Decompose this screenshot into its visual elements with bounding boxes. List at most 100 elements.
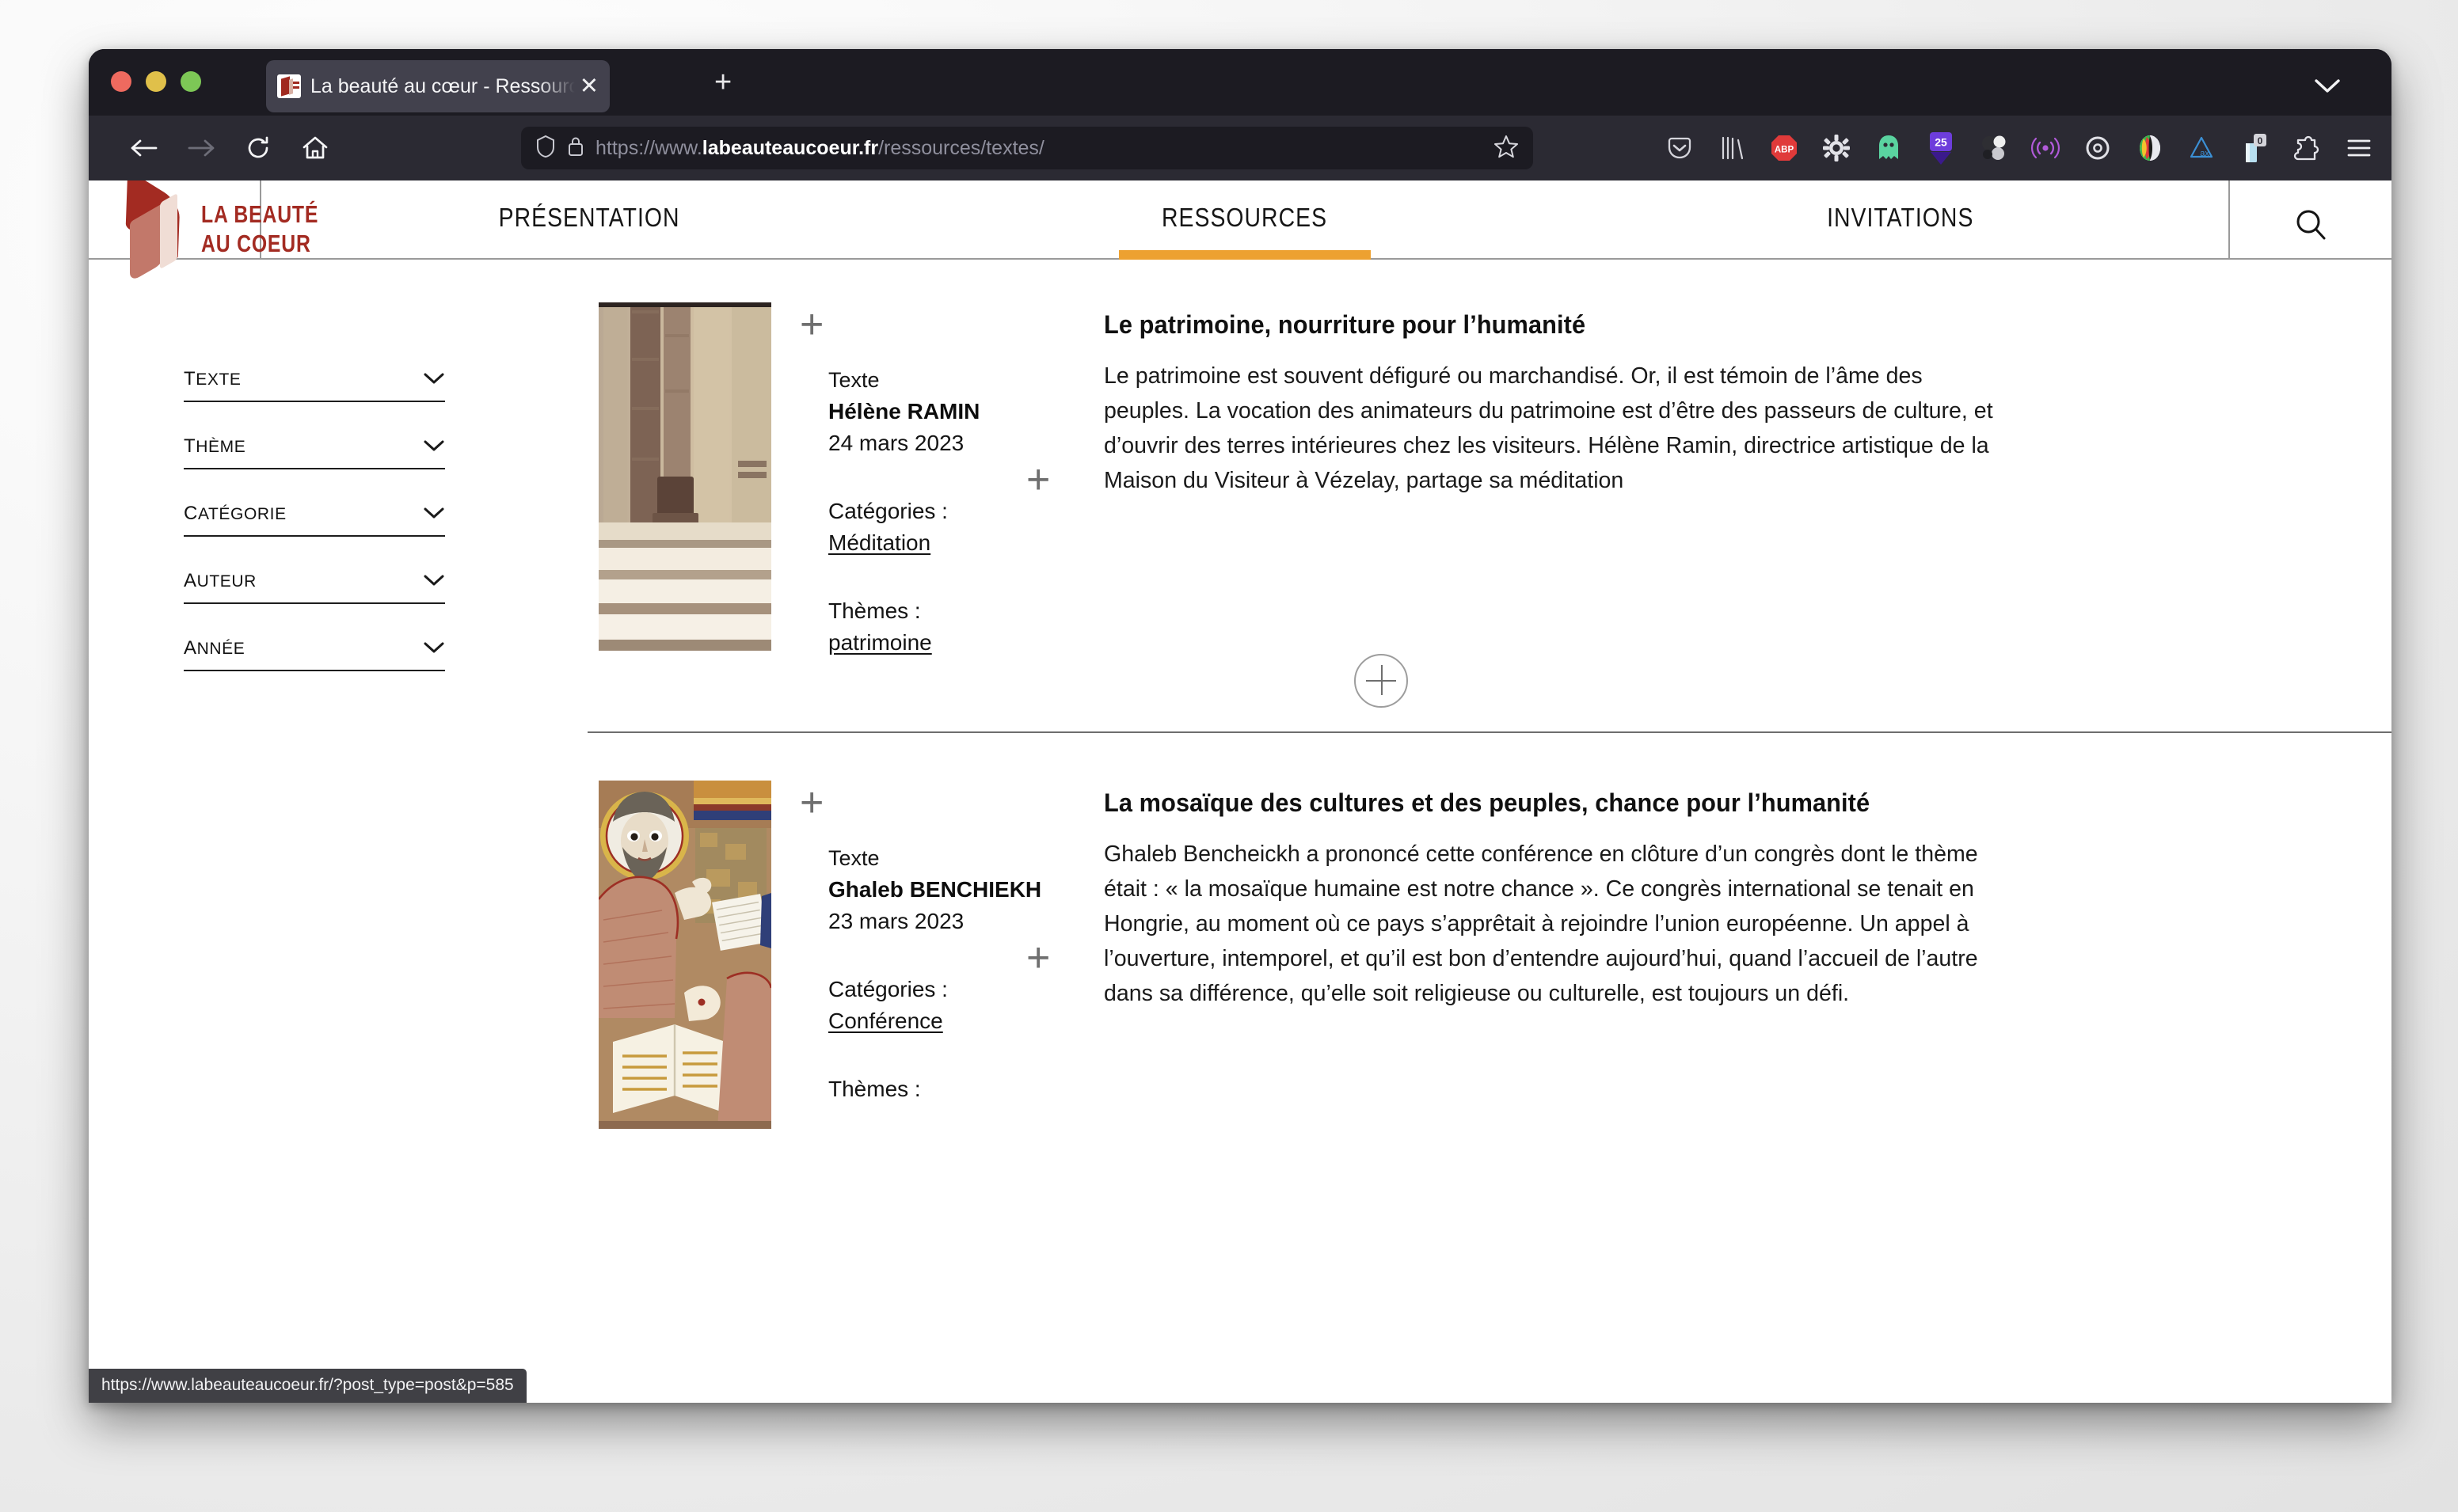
url-text[interactable]: https://www.labeauteaucoeur.fr/ressource… xyxy=(595,137,1493,160)
axe-accessibility-icon[interactable]: ax xyxy=(2187,133,2217,163)
downloads-badge-icon[interactable]: 0 xyxy=(2239,133,2270,163)
chevron-down-icon xyxy=(423,371,445,389)
extensions-puzzle-icon[interactable] xyxy=(2292,133,2322,163)
article-themes: Thèmes : patrimoine xyxy=(828,595,1056,659)
svg-text:0: 0 xyxy=(2258,135,2263,146)
nav-item-presentation[interactable]: PRÉSENTATION xyxy=(261,180,917,258)
article-date: 23 mars 2023 xyxy=(828,909,965,933)
article-kind: Texte xyxy=(828,846,880,870)
tab-favicon-icon xyxy=(277,74,301,98)
plus-decoration-icon: + xyxy=(1026,457,1051,503)
category-link[interactable]: Méditation xyxy=(828,527,930,559)
nav-item-label: INVITATIONS xyxy=(1827,203,1974,232)
articles-list: + + Texte Hélène RAMIN 24 mars 2023 Caté… xyxy=(548,260,2391,1403)
article-title[interactable]: La mosaïque des cultures et des peuples,… xyxy=(1104,788,2241,818)
chevron-down-icon xyxy=(423,640,445,659)
categories-label: Catégories : xyxy=(828,977,948,1001)
article-thumbnail[interactable] xyxy=(599,302,771,651)
back-arrow-icon[interactable] xyxy=(122,126,166,170)
library-icon[interactable] xyxy=(1717,133,1747,163)
ghostery-icon[interactable] xyxy=(1874,133,1904,163)
star-icon[interactable] xyxy=(1493,134,1519,163)
nav-item-label: PRÉSENTATION xyxy=(498,203,680,232)
tab-close-icon[interactable]: ✕ xyxy=(580,74,599,98)
plus-decoration-icon: + xyxy=(800,302,824,348)
article-kind: Texte xyxy=(828,368,880,392)
article-body: La mosaïque des cultures et des peuples,… xyxy=(1056,781,2391,1129)
reload-arrow-icon[interactable] xyxy=(236,126,280,170)
theme-link[interactable]: patrimoine xyxy=(828,627,932,659)
filter-label: Année xyxy=(184,630,245,660)
home-house-icon[interactable] xyxy=(293,126,337,170)
article-card[interactable]: + + Texte Ghaleb BENCHIEKH 23 mars 2023 … xyxy=(548,733,2391,1129)
sync-icon[interactable] xyxy=(2083,133,2113,163)
filter-texte[interactable]: Texte xyxy=(184,363,445,402)
filter-label: Thème xyxy=(184,428,246,458)
plus-decoration-icon: + xyxy=(800,780,824,826)
filter-annee[interactable]: Année xyxy=(184,632,445,671)
broadcast-icon[interactable] xyxy=(2030,133,2060,163)
chevron-down-icon xyxy=(423,439,445,457)
browser-window: La beauté au cœur - Ressources ✕ + https… xyxy=(89,49,2391,1403)
article-thumbnail[interactable] xyxy=(599,781,771,1129)
application-menu-icon[interactable] xyxy=(2344,133,2374,163)
forward-arrow-icon xyxy=(179,126,223,170)
filter-label: Auteur xyxy=(184,563,257,593)
address-bar[interactable]: https://www.labeauteaucoeur.fr/ressource… xyxy=(521,127,1533,169)
article-body: Le patrimoine, nourriture pour l’humanit… xyxy=(1056,302,2391,659)
article-excerpt: Ghaleb Bencheickh a prononcé cette confé… xyxy=(1104,841,1978,1006)
gear-icon[interactable] xyxy=(1821,133,1851,163)
nav-item-invitations[interactable]: INVITATIONS xyxy=(1573,180,2228,258)
main-nav: PRÉSENTATION RESSOURCES INVITATIONS xyxy=(261,180,2228,260)
article-author: Ghaleb BENCHIEKH xyxy=(828,877,1042,902)
themes-label: Thèmes : xyxy=(828,1077,921,1101)
page-viewport: LA BEAUTÉ AU COEUR PRÉSENTATION RESSOURC… xyxy=(89,180,2391,1403)
article-card[interactable]: + + Texte Hélène RAMIN 24 mars 2023 Caté… xyxy=(548,260,2391,708)
maximize-window-button[interactable] xyxy=(181,71,201,92)
shield-icon[interactable] xyxy=(535,135,556,162)
extensions-toolbar: ABP 25 ax 0 xyxy=(1665,116,2374,180)
search-button[interactable] xyxy=(2228,180,2391,258)
article-meta: + + Texte Hélène RAMIN 24 mars 2023 Caté… xyxy=(771,302,1056,659)
new-tab-button[interactable]: + xyxy=(714,67,732,97)
article-categories: Catégories : Méditation xyxy=(828,496,1056,559)
site-header: LA BEAUTÉ AU COEUR PRÉSENTATION RESSOURC… xyxy=(89,180,2391,283)
color-wheel-icon[interactable] xyxy=(2135,133,2165,163)
expand-article-button[interactable] xyxy=(1354,654,1408,708)
badge-counter-icon[interactable]: 25 xyxy=(1926,132,1956,165)
minimize-window-button[interactable] xyxy=(146,71,166,92)
filter-categorie[interactable]: Catégorie xyxy=(184,497,445,537)
browser-toolbar: https://www.labeauteaucoeur.fr/ressource… xyxy=(89,116,2391,180)
chevron-down-icon[interactable] xyxy=(2314,78,2341,99)
browser-tab[interactable]: La beauté au cœur - Ressources ✕ xyxy=(266,60,610,112)
lock-icon[interactable] xyxy=(567,135,584,161)
article-author: Hélène RAMIN xyxy=(828,399,980,424)
tab-strip: La beauté au cœur - Ressources ✕ + xyxy=(89,49,2391,116)
article-excerpt: Le patrimoine est souvent défiguré ou ma… xyxy=(1104,363,1993,493)
content-area: Texte Thème Catégorie xyxy=(89,260,2391,1403)
nav-active-underline xyxy=(1119,250,1371,260)
pocket-icon[interactable] xyxy=(1665,133,1695,163)
site-logo[interactable]: LA BEAUTÉ AU COEUR xyxy=(89,180,318,283)
filter-label: Catégorie xyxy=(184,496,287,526)
article-date: 24 mars 2023 xyxy=(828,431,965,455)
svg-text:ABP: ABP xyxy=(1775,146,1794,155)
filter-theme[interactable]: Thème xyxy=(184,430,445,469)
stone-columns-image xyxy=(599,302,771,651)
nav-item-ressources[interactable]: RESSOURCES xyxy=(917,180,1573,260)
filter-label: Texte xyxy=(184,361,242,391)
svg-text:ax: ax xyxy=(2200,149,2209,158)
close-window-button[interactable] xyxy=(111,71,131,92)
filter-auteur[interactable]: Auteur xyxy=(184,564,445,604)
article-title[interactable]: Le patrimoine, nourriture pour l’humanit… xyxy=(1104,310,2241,340)
article-meta: + + Texte Ghaleb BENCHIEKH 23 mars 2023 … xyxy=(771,781,1056,1129)
svg-text:25: 25 xyxy=(1935,136,1947,149)
adblock-plus-icon[interactable]: ABP xyxy=(1769,133,1799,163)
chevron-down-icon xyxy=(423,573,445,591)
molecule-icon[interactable] xyxy=(1978,133,2008,163)
chevron-down-icon xyxy=(423,506,445,524)
themes-label: Thèmes : xyxy=(828,598,921,623)
category-link[interactable]: Conférence xyxy=(828,1005,943,1037)
article-themes: Thèmes : xyxy=(828,1073,1056,1119)
byzantine-mosaic-image xyxy=(599,781,771,1129)
